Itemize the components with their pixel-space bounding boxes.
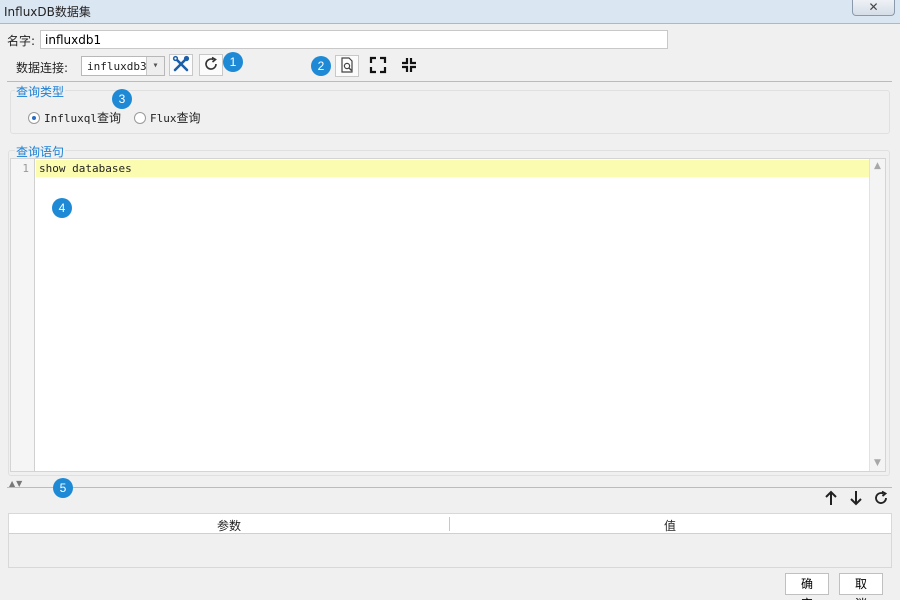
callout-badge-2: 2: [311, 56, 331, 76]
query-type-title: 查询类型: [15, 83, 66, 100]
title-bar: InfluxDB数据集 ✕: [0, 0, 900, 24]
scroll-up-icon[interactable]: ▲: [870, 159, 885, 174]
preview-document-icon: [339, 56, 355, 76]
arrow-down-icon[interactable]: [847, 489, 865, 507]
connection-settings-button[interactable]: [169, 54, 193, 76]
refresh-icon: [203, 56, 219, 75]
splitter-divider[interactable]: [7, 487, 892, 488]
close-button[interactable]: ✕: [852, 0, 895, 16]
radio-flux[interactable]: Flux查询: [134, 109, 201, 126]
collapse-button[interactable]: [397, 55, 421, 77]
preview-button[interactable]: [335, 55, 359, 77]
connection-select[interactable]: influxdb3 ▾: [81, 56, 165, 76]
param-toolbar: [822, 489, 890, 507]
connection-selected-value: influxdb3: [87, 60, 147, 73]
radio-influxql[interactable]: Influxql查询: [28, 109, 121, 126]
chevron-down-icon[interactable]: ▾: [146, 57, 164, 75]
collapse-icon: [400, 56, 418, 77]
vertical-scrollbar[interactable]: ▲ ▼: [869, 159, 885, 471]
callout-badge-5: 5: [53, 478, 73, 498]
toolbar-divider: [7, 81, 892, 82]
callout-badge-1: 1: [223, 52, 243, 72]
line-number: 1: [22, 162, 29, 175]
radio-influxql-prefix: Influxql: [44, 112, 97, 125]
close-icon[interactable]: ✕: [868, 0, 878, 14]
expand-icon: [369, 56, 387, 77]
radio-influxql-suffix: 查询: [96, 111, 121, 125]
scroll-down-icon[interactable]: ▼: [870, 456, 885, 471]
cancel-button[interactable]: 取消: [839, 573, 883, 600]
radio-circle-icon[interactable]: [28, 111, 40, 124]
callout-badge-4: 4: [52, 198, 72, 218]
query-editor[interactable]: 1 show databases ▲ ▼: [10, 158, 886, 472]
ok-button[interactable]: 确定: [785, 573, 829, 600]
connection-label: 数据连接:: [16, 61, 69, 75]
current-line-highlight: show databases: [36, 160, 869, 177]
code-line-text[interactable]: show databases: [39, 162, 132, 175]
radio-flux-prefix: Flux: [150, 112, 177, 125]
column-header-param[interactable]: 参数: [9, 517, 449, 534]
refresh-connection-button[interactable]: [199, 54, 223, 76]
wrench-screwdriver-icon: [172, 55, 190, 76]
radio-flux-suffix: 查询: [176, 111, 201, 125]
column-header-value[interactable]: 值: [450, 517, 890, 534]
callout-badge-3: 3: [112, 89, 132, 109]
radio-circle-icon[interactable]: [134, 111, 146, 124]
refresh-params-icon[interactable]: [872, 489, 890, 507]
arrow-up-icon[interactable]: [822, 489, 840, 507]
params-table[interactable]: 参数 值: [8, 513, 892, 568]
window-title: InfluxDB数据集: [4, 5, 91, 19]
params-table-header: 参数 值: [9, 514, 891, 534]
name-input[interactable]: [40, 30, 668, 49]
line-number-gutter: 1: [11, 159, 35, 471]
name-label: 名字:: [7, 34, 36, 48]
expand-button[interactable]: [366, 55, 390, 77]
